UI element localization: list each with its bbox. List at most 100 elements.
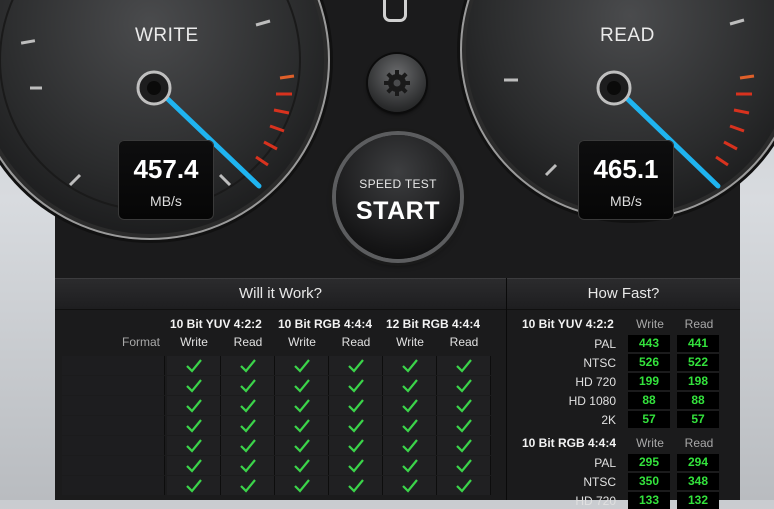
hf-section-name: 10 Bit RGB 4:4:4 — [522, 436, 617, 450]
read-unit: MB/s — [610, 193, 642, 209]
hf-row-label: NTSC — [583, 475, 616, 489]
hf-write-value: 88 — [628, 392, 670, 409]
hf-sub-header: Read — [684, 317, 714, 331]
wiw-sub-header: Write — [288, 335, 316, 349]
check-icon — [186, 479, 202, 493]
check-icon — [240, 479, 256, 493]
check-icon — [348, 479, 364, 493]
read-value: 465.1 — [593, 154, 659, 184]
hf-read-value: 57 — [677, 411, 719, 428]
wiw-group-header: 10 Bit YUV 4:2:2 — [170, 317, 262, 331]
hf-write-value: 133 — [628, 492, 670, 509]
hf-read-value: 88 — [677, 392, 719, 409]
check-icon — [402, 379, 418, 393]
hf-row-label: 2K — [601, 413, 616, 427]
check-icon — [402, 359, 418, 373]
hf-read-value: 294 — [677, 454, 719, 471]
check-icon — [402, 479, 418, 493]
wiw-row-bg — [62, 456, 165, 475]
how-fast-header: How Fast? — [507, 278, 740, 310]
check-icon — [186, 399, 202, 413]
check-icon — [348, 399, 364, 413]
check-icon — [456, 459, 472, 473]
hf-row-label: HD 720 — [575, 375, 616, 389]
check-icon — [456, 359, 472, 373]
wiw-row-bg — [62, 396, 165, 415]
read-label: READ — [600, 25, 655, 46]
check-icon — [294, 399, 310, 413]
check-icon — [456, 419, 472, 433]
check-icon — [186, 379, 202, 393]
check-icon — [294, 359, 310, 373]
wiw-group-header: 10 Bit RGB 4:4:4 — [278, 317, 373, 331]
gear-icon — [384, 70, 410, 96]
wiw-row-bg — [62, 356, 165, 375]
wiw-sub-header: Write — [180, 335, 208, 349]
write-unit: MB/s — [150, 193, 182, 209]
write-value: 457.4 — [133, 154, 199, 184]
wiw-sub-header: Read — [449, 335, 479, 349]
read-readout: 465.1 MB/s — [578, 140, 674, 220]
wiw-row-bg — [62, 376, 165, 395]
check-icon — [402, 419, 418, 433]
check-icon — [402, 439, 418, 453]
start-button[interactable]: SPEED TEST START — [336, 135, 460, 259]
hf-row-label: HD 1080 — [568, 394, 616, 408]
write-label: WRITE — [135, 25, 199, 46]
hf-sub-header: Write — [636, 317, 664, 331]
settings-button[interactable] — [368, 54, 426, 112]
wiw-group-header: 12 Bit RGB 4:4:4 — [386, 317, 481, 331]
wiw-format-label: Format — [121, 335, 160, 349]
wiw-sub-header: Read — [233, 335, 263, 349]
hf-write-value: 57 — [628, 411, 670, 428]
check-icon — [456, 479, 472, 493]
hf-read-value: 348 — [677, 473, 719, 490]
check-icon — [348, 419, 364, 433]
check-icon — [240, 399, 256, 413]
device-icon[interactable] — [383, 0, 407, 22]
hf-sub-header: Read — [684, 436, 714, 450]
wiw-row-bg — [62, 476, 165, 495]
check-icon — [456, 439, 472, 453]
hf-row-label: PAL — [594, 337, 616, 351]
check-icon — [186, 359, 202, 373]
wiw-sub-header: Read — [341, 335, 371, 349]
check-icon — [186, 419, 202, 433]
check-icon — [402, 459, 418, 473]
check-icon — [348, 379, 364, 393]
check-icon — [294, 439, 310, 453]
check-icon — [240, 419, 256, 433]
will-it-work-header: Will it Work? — [55, 278, 506, 310]
section-divider — [506, 278, 507, 500]
check-icon — [240, 359, 256, 373]
wiw-sub-header: Write — [396, 335, 424, 349]
check-icon — [240, 379, 256, 393]
write-readout: 457.4 MB/s — [118, 140, 214, 220]
hf-row-label: NTSC — [583, 356, 616, 370]
wiw-row-bg — [62, 416, 165, 435]
check-icon — [348, 359, 364, 373]
check-icon — [186, 459, 202, 473]
check-icon — [294, 419, 310, 433]
hf-write-value: 350 — [628, 473, 670, 490]
hf-write-value: 295 — [628, 454, 670, 471]
hf-read-value: 132 — [677, 492, 719, 509]
hf-sub-header: Write — [636, 436, 664, 450]
start-subtitle: SPEED TEST — [359, 177, 437, 191]
start-label: START — [356, 197, 440, 225]
hf-read-value: 441 — [677, 335, 719, 352]
hf-row-label: PAL — [594, 456, 616, 470]
check-icon — [294, 379, 310, 393]
check-icon — [348, 459, 364, 473]
check-icon — [402, 399, 418, 413]
hf-read-value: 198 — [677, 373, 719, 390]
hf-write-value: 526 — [628, 354, 670, 371]
check-icon — [456, 379, 472, 393]
check-icon — [186, 439, 202, 453]
check-icon — [240, 439, 256, 453]
hf-read-value: 522 — [677, 354, 719, 371]
check-icon — [294, 479, 310, 493]
hf-write-value: 199 — [628, 373, 670, 390]
hf-row-label: HD 720 — [575, 494, 616, 508]
hf-section-name: 10 Bit YUV 4:2:2 — [522, 317, 614, 331]
